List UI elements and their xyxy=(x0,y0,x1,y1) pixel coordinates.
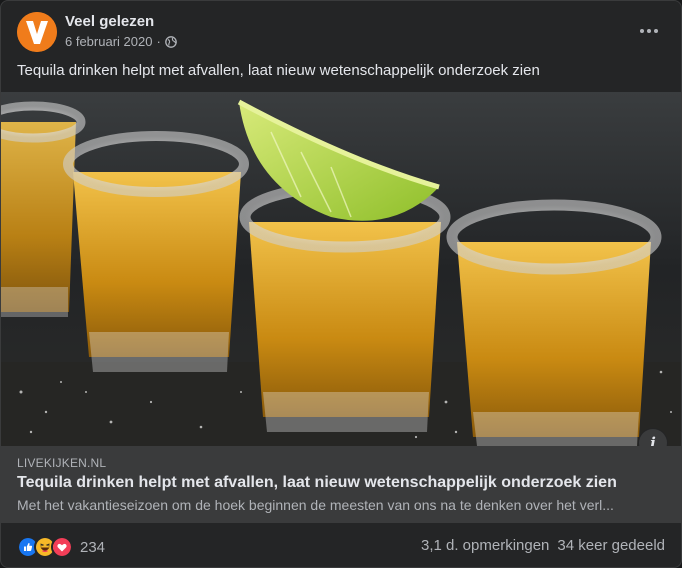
avatar-logo xyxy=(17,12,57,52)
post-card: Veel gelezen 6 februari 2020 · Tequila d… xyxy=(0,0,682,568)
link-description: Met het vakantieseizoen om de hoek begin… xyxy=(17,497,614,513)
post-footer: 234 3,1 d. opmerkingen 34 keer gedeeld xyxy=(1,524,681,567)
link-title[interactable]: Tequila drinken helpt met afvallen, laat… xyxy=(17,474,617,492)
more-dot-icon xyxy=(654,29,658,33)
tequila-shots-image xyxy=(1,92,681,446)
comments-count[interactable]: 3,1 d. opmerkingen xyxy=(421,537,549,554)
engagement-stats: 3,1 d. opmerkingen 34 keer gedeeld xyxy=(421,537,665,554)
reactions-summary[interactable]: 234 xyxy=(17,536,105,558)
post-header: Veel gelezen 6 februari 2020 · xyxy=(1,1,681,61)
more-dot-icon xyxy=(640,29,644,33)
link-domain: LIVEKIJKEN.NL xyxy=(17,456,107,470)
more-options-button[interactable] xyxy=(631,15,667,47)
more-dot-icon xyxy=(647,29,651,33)
shares-count[interactable]: 34 keer gedeeld xyxy=(557,537,665,554)
post-meta: 6 februari 2020 · xyxy=(65,34,177,49)
meta-separator: · xyxy=(156,34,161,49)
post-date[interactable]: 6 februari 2020 xyxy=(65,34,152,49)
page-avatar[interactable] xyxy=(17,12,57,52)
post-text: Tequila drinken helpt met afvallen, laat… xyxy=(17,62,540,79)
link-image[interactable] xyxy=(1,92,681,446)
link-preview[interactable]: i LIVEKIJKEN.NL Tequila drinken helpt me… xyxy=(1,92,681,523)
link-meta[interactable]: LIVEKIJKEN.NL Tequila drinken helpt met … xyxy=(1,446,681,523)
reaction-count: 234 xyxy=(80,538,106,556)
love-icon xyxy=(51,536,73,558)
globe-icon xyxy=(164,35,177,48)
page-name[interactable]: Veel gelezen xyxy=(65,13,154,30)
